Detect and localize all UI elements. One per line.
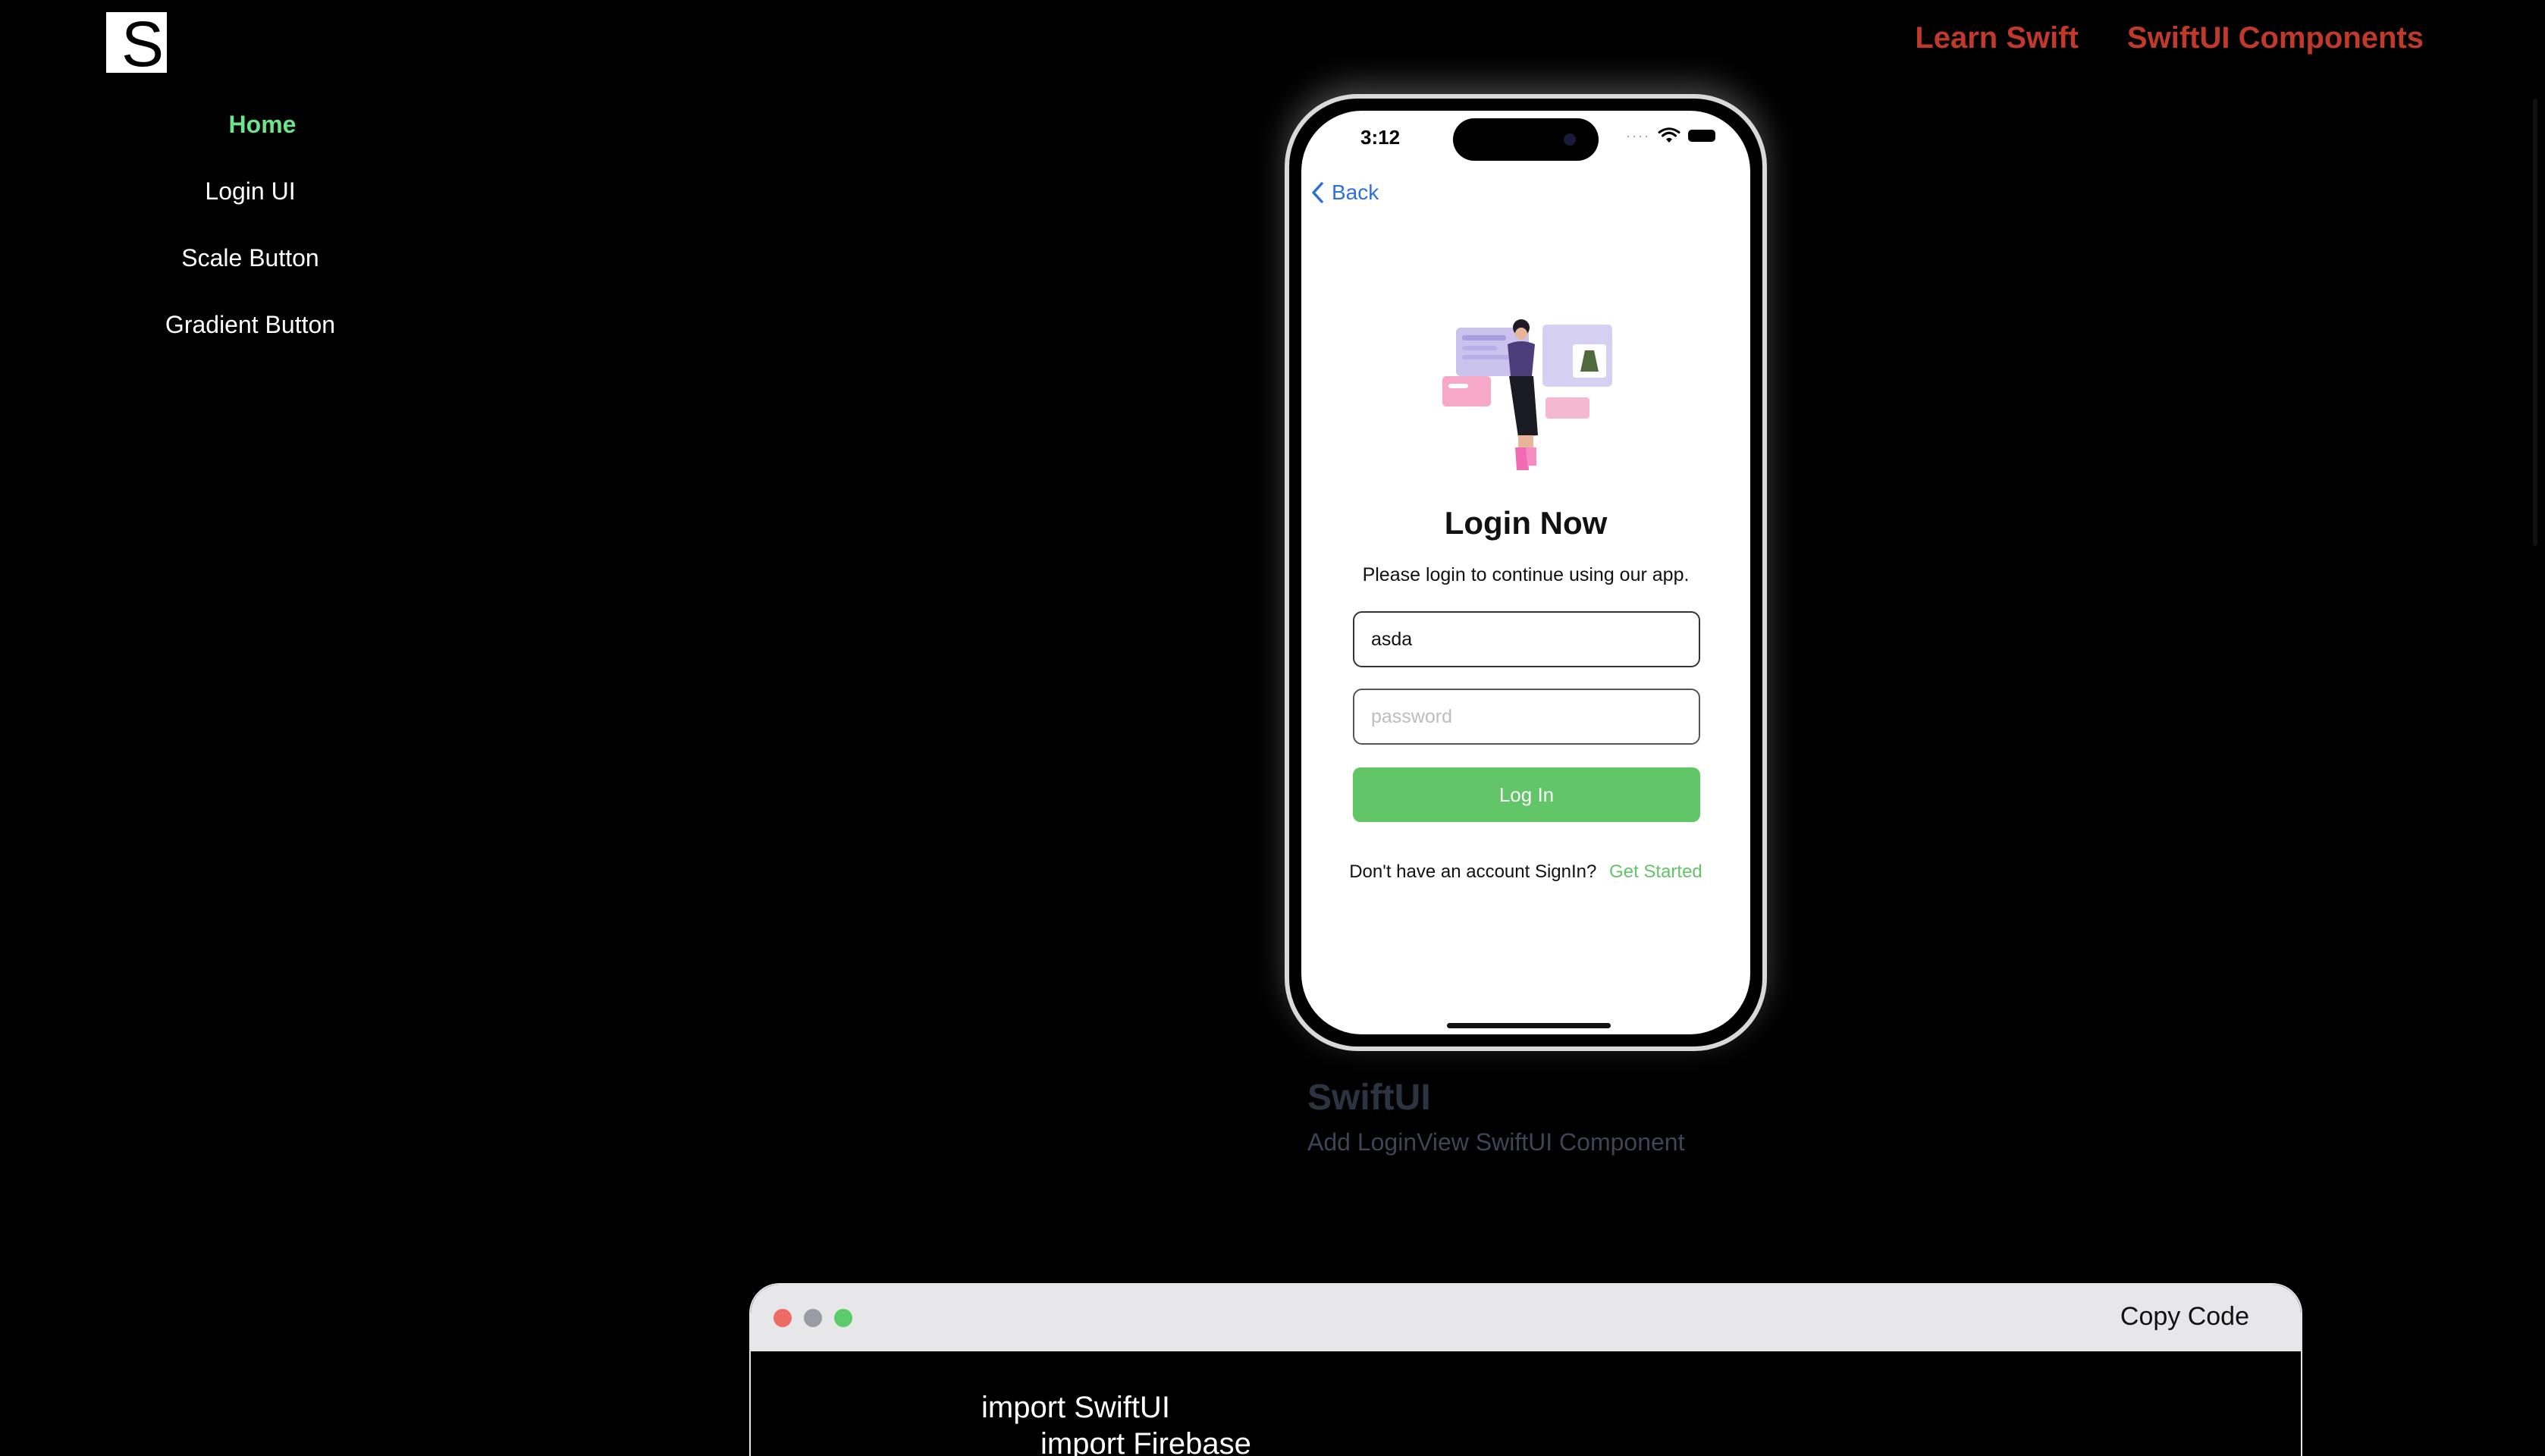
- window-close-dot: [774, 1309, 792, 1327]
- login-subtitle: Please login to continue using our app.: [1362, 564, 1690, 585]
- top-nav: Learn Swift SwiftUI Components: [1915, 21, 2424, 55]
- status-icons: ····: [1626, 127, 1715, 144]
- code-window-titlebar: Copy Code: [751, 1285, 2301, 1351]
- battery-icon: [1688, 130, 1715, 142]
- caption-subtitle: Add LoginView SwiftUI Component: [1307, 1128, 1685, 1156]
- caption-title: SwiftUI: [1307, 1078, 1431, 1118]
- login-title: Login Now: [1444, 505, 1608, 541]
- copy-code-button[interactable]: Copy Code: [2116, 1301, 2254, 1332]
- login-button[interactable]: Log In: [1353, 767, 1700, 822]
- login-illustration: [1442, 319, 1612, 470]
- camera-icon: [1564, 133, 1576, 146]
- nav-swiftui-components[interactable]: SwiftUI Components: [2127, 21, 2424, 55]
- back-button[interactable]: Back: [1310, 180, 1379, 205]
- nav-learn-swift[interactable]: Learn Swift: [1915, 21, 2079, 55]
- signup-row: Don't have an account SignIn? Get Starte…: [1301, 861, 1750, 883]
- logo-letter: S: [121, 8, 164, 80]
- sidebar-item-gradient-button[interactable]: Gradient Button: [137, 306, 364, 373]
- wifi-icon: [1658, 127, 1680, 143]
- sidebar: Home Login UI Scale Button Gradient Butt…: [137, 106, 364, 373]
- username-field[interactable]: [1353, 611, 1700, 667]
- sidebar-item-login-ui[interactable]: Login UI: [137, 173, 364, 240]
- home-indicator[interactable]: [1447, 1023, 1611, 1028]
- site-logo[interactable]: S: [106, 8, 167, 80]
- code-line: import SwiftUI: [981, 1391, 1170, 1424]
- window-minimize-dot: [804, 1309, 822, 1327]
- phone-mockup: 3:12 ···· Back Login Now Please login to…: [1285, 94, 1767, 1051]
- get-started-link[interactable]: Get Started: [1609, 861, 1702, 882]
- page-scrollbar[interactable]: [2533, 99, 2537, 546]
- code-line: import Firebase: [1040, 1427, 1251, 1456]
- signup-prompt: Don't have an account SignIn?: [1349, 861, 1597, 882]
- password-field[interactable]: [1353, 689, 1700, 745]
- page: S Learn Swift SwiftUI Components Home Lo…: [0, 0, 2545, 1456]
- signal-icon: ····: [1626, 127, 1650, 143]
- code-window: Copy Code import SwiftUI import Firebase: [749, 1283, 2302, 1456]
- back-label: Back: [1332, 180, 1379, 204]
- window-zoom-dot: [834, 1309, 852, 1327]
- phone-screen: 3:12 ···· Back Login Now Please login to…: [1301, 111, 1750, 1034]
- status-time: 3:12: [1360, 126, 1401, 149]
- dynamic-island: [1453, 118, 1599, 161]
- chevron-left-icon: [1312, 182, 1323, 203]
- sidebar-item-scale-button[interactable]: Scale Button: [137, 240, 364, 306]
- sidebar-item-home[interactable]: Home: [137, 106, 364, 173]
